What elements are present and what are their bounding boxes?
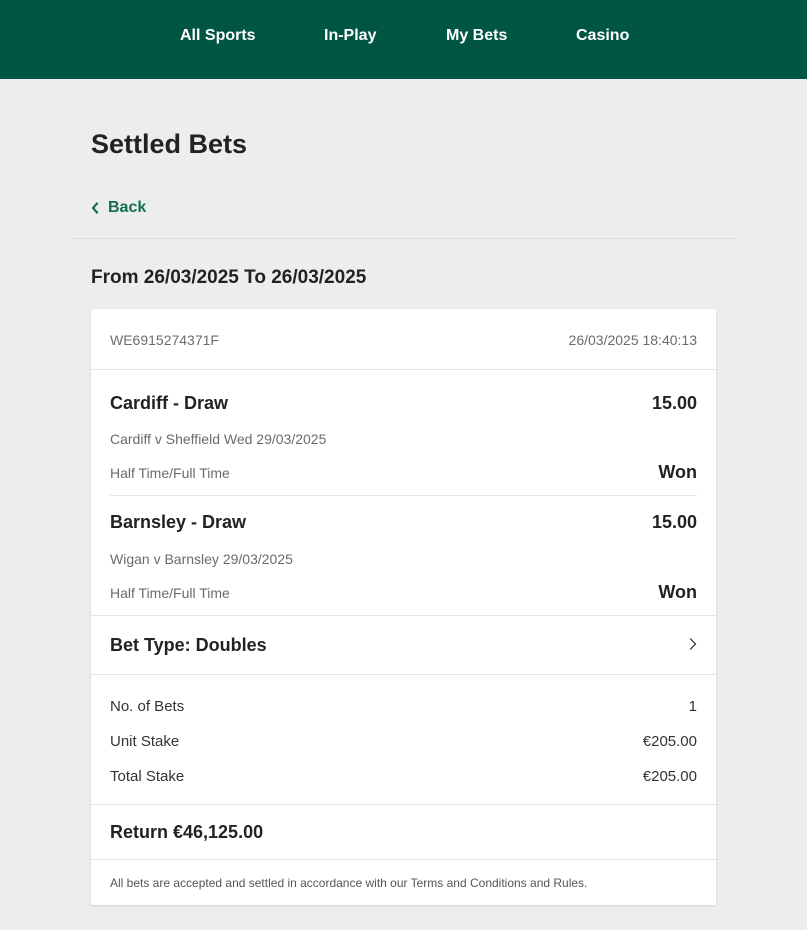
- back-button[interactable]: Back: [91, 197, 146, 219]
- card-divider: [91, 859, 716, 860]
- bet-reference: WE6915274371F: [110, 332, 219, 348]
- summary-label: No. of Bets: [110, 698, 185, 715]
- summary-value: €205.00: [642, 768, 697, 785]
- nav-in-play[interactable]: In-Play: [324, 26, 376, 46]
- selection-odds: 15.00: [651, 393, 697, 413]
- bet-card: WE6915274371F 26/03/2025 18:40:13 Cardif…: [91, 309, 716, 905]
- nav-casino[interactable]: Casino: [576, 26, 629, 46]
- summary-value: €205.00: [642, 733, 697, 750]
- selection-event: Cardiff v Sheffield Wed 29/03/2025: [110, 431, 327, 447]
- header-divider: [72, 238, 735, 239]
- summary-label: Total Stake: [110, 768, 185, 785]
- date-range: From 26/03/2025 To 26/03/2025: [91, 267, 367, 288]
- selection-divider: [110, 495, 697, 496]
- bet-timestamp: 26/03/2025 18:40:13: [568, 332, 697, 348]
- back-label: Back: [108, 199, 147, 216]
- summary-label: Unit Stake: [110, 733, 180, 750]
- selection-name: Barnsley - Draw: [110, 512, 247, 532]
- selection-result: Won: [658, 462, 697, 482]
- selection-name: Cardiff - Draw: [110, 393, 229, 413]
- selection-market: Half Time/Full Time: [110, 585, 230, 601]
- selection-market: Half Time/Full Time: [110, 465, 230, 481]
- selection-result: Won: [658, 582, 697, 602]
- summary-value: 1: [688, 698, 697, 715]
- card-divider: [91, 674, 716, 675]
- bet-return: Return €46,125.00: [110, 822, 264, 842]
- selection-event: Wigan v Barnsley 29/03/2025: [110, 551, 293, 567]
- terms-notice: All bets are accepted and settled in acc…: [110, 876, 588, 890]
- page-title: Settled Bets: [91, 129, 248, 159]
- nav-my-bets[interactable]: My Bets: [446, 26, 507, 46]
- top-navigation: All Sports In-Play My Bets Casino: [0, 0, 807, 79]
- nav-all-sports[interactable]: All Sports: [180, 26, 256, 46]
- card-divider: [91, 369, 716, 370]
- selection-odds: 15.00: [651, 512, 697, 532]
- chevron-right-icon: [689, 637, 697, 651]
- bet-type-label: Bet Type: Doubles: [110, 635, 267, 655]
- bet-type-row[interactable]: Bet Type: Doubles: [91, 616, 716, 674]
- chevron-left-icon: [91, 202, 101, 214]
- card-divider: [91, 804, 716, 805]
